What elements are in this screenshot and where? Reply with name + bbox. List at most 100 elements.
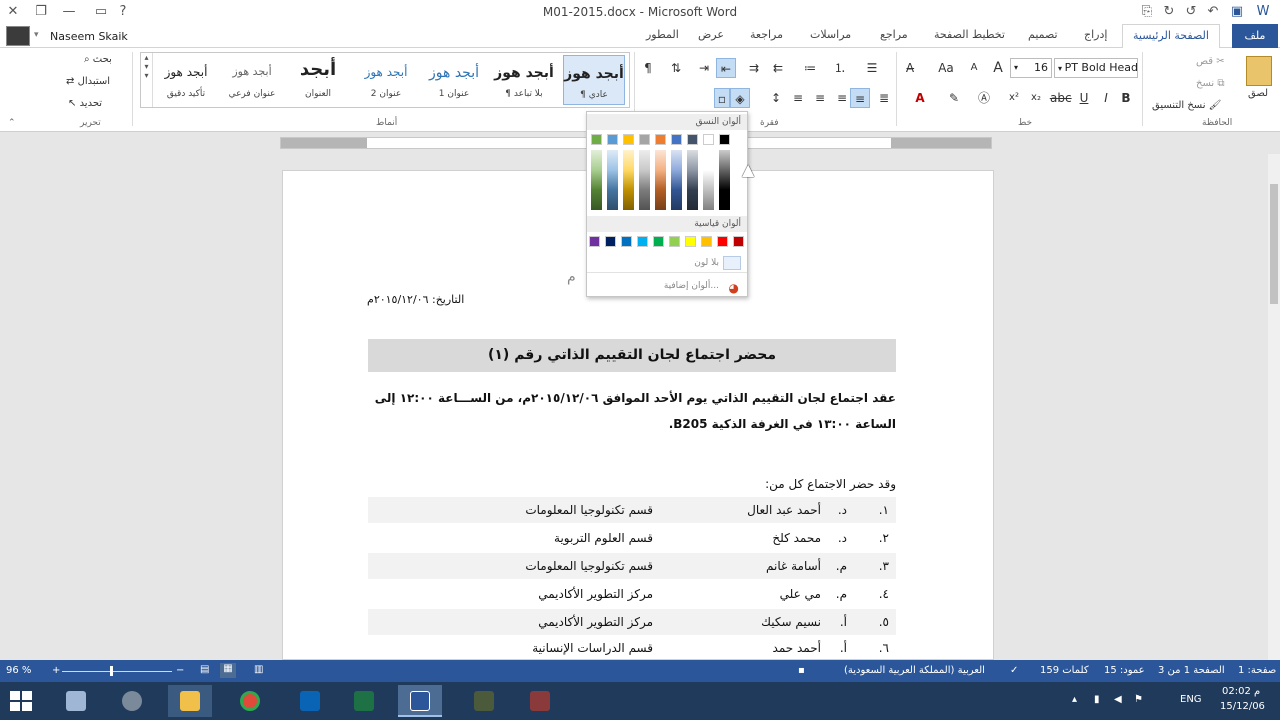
select-button[interactable]: ↖ تحديد xyxy=(68,98,102,109)
theme-color-swatch[interactable] xyxy=(655,134,666,145)
undo-icon[interactable]: ↺ xyxy=(1182,3,1200,21)
save-icon[interactable]: ▣ xyxy=(1228,3,1246,21)
justify-icon[interactable]: ≡ xyxy=(788,88,808,108)
ltr-direction-icon[interactable]: ⇥ xyxy=(694,58,714,78)
highlight-color-icon[interactable]: ✎ xyxy=(944,88,964,108)
style-heading-2[interactable]: أبجد هوز عنوان 2 xyxy=(355,55,417,105)
numbering-icon[interactable]: ⒈ xyxy=(830,58,850,78)
format-painter-button[interactable]: نسخ التنسيق 🖌 xyxy=(1152,100,1221,111)
theme-color-swatch[interactable] xyxy=(719,134,730,145)
theme-shade-column[interactable] xyxy=(639,150,650,210)
zoom-level[interactable]: 96 % xyxy=(6,665,31,676)
gallery-scroll[interactable]: ▴ ▾ ▾ xyxy=(141,53,153,107)
standard-color-swatch[interactable] xyxy=(685,236,696,247)
style-subtitle[interactable]: أبجد هوز عنوان فرعي xyxy=(221,55,283,105)
clock-date[interactable]: 15/12/06 xyxy=(1220,701,1265,712)
font-color-icon[interactable]: A xyxy=(910,88,930,108)
taskbar-tools[interactable] xyxy=(110,685,154,717)
scrollbar-thumb[interactable] xyxy=(1270,184,1278,304)
touch-mode-icon[interactable]: ⎘ xyxy=(1138,3,1156,21)
style-no-spacing[interactable]: أبجد هوز ¶ بلا تباعد xyxy=(493,55,555,105)
indent-increase-icon[interactable]: ⇉ xyxy=(744,58,764,78)
proofing-icon[interactable]: ✓ xyxy=(1010,665,1018,676)
zoom-slider-thumb[interactable] xyxy=(110,666,113,676)
taskbar-recorder[interactable] xyxy=(518,685,562,717)
tray-chevron-icon[interactable]: ▴ xyxy=(1072,694,1077,705)
theme-shade-column[interactable] xyxy=(687,150,698,210)
sort-icon[interactable]: ⇅ xyxy=(666,58,686,78)
tab-view[interactable]: عرض xyxy=(698,28,724,41)
replace-button[interactable]: ⇄ استبدال xyxy=(66,76,110,87)
paste-button[interactable]: لصق xyxy=(1248,88,1268,99)
redo-icon[interactable]: ↻ xyxy=(1160,3,1178,21)
chevron-down-icon[interactable]: ▾ xyxy=(34,30,39,40)
clock-time[interactable]: 02:02 م xyxy=(1222,686,1260,697)
font-size-field[interactable]: ▾ 16 xyxy=(1010,58,1052,78)
theme-shade-column[interactable] xyxy=(719,150,730,210)
theme-shade-column[interactable] xyxy=(607,150,618,210)
taskbar-outlook[interactable] xyxy=(288,685,332,717)
style-heading-1[interactable]: أبجد هوز عنوان 1 xyxy=(423,55,485,105)
zoom-out-icon[interactable]: − xyxy=(176,665,184,676)
borders-icon[interactable]: ▫ xyxy=(714,88,730,108)
underline-button[interactable]: U xyxy=(1074,88,1094,108)
standard-color-swatch[interactable] xyxy=(733,236,744,247)
theme-shade-column[interactable] xyxy=(623,150,634,210)
align-center-icon[interactable]: ≡ xyxy=(832,88,852,108)
theme-color-swatch[interactable] xyxy=(687,134,698,145)
theme-color-swatch[interactable] xyxy=(703,134,714,145)
tab-insert[interactable]: إدراج xyxy=(1084,28,1107,41)
superscript-button[interactable]: x² xyxy=(1004,88,1024,108)
no-color-option[interactable]: بلا لون xyxy=(603,254,743,272)
tab-references[interactable]: مراجع xyxy=(880,28,908,41)
collapse-ribbon-icon[interactable]: ⌃ xyxy=(8,118,16,128)
tab-design[interactable]: تصميم xyxy=(1028,28,1058,41)
multilevel-list-icon[interactable]: ≔ xyxy=(800,58,820,78)
standard-color-swatch[interactable] xyxy=(701,236,712,247)
theme-color-swatch[interactable] xyxy=(607,134,618,145)
macro-icon[interactable]: ▪ xyxy=(798,665,805,676)
shrink-font-button[interactable]: A xyxy=(964,58,984,78)
undo-arrow-icon[interactable]: ↶ xyxy=(1204,3,1222,21)
theme-shade-column[interactable] xyxy=(591,150,602,210)
italic-button[interactable]: I xyxy=(1096,88,1116,108)
vertical-scrollbar[interactable] xyxy=(1268,154,1280,660)
tab-mailings[interactable]: مراسلات xyxy=(810,28,851,41)
read-mode-icon[interactable]: ▥ xyxy=(254,664,263,675)
change-case-button[interactable]: Aa xyxy=(932,58,960,78)
taskbar-notepad[interactable] xyxy=(54,685,98,717)
align-distributed-icon[interactable]: ≣ xyxy=(874,88,894,108)
tab-review[interactable]: مراجعة xyxy=(750,28,783,41)
rtl-direction-icon[interactable]: ⇤ xyxy=(716,58,736,78)
zoom-slider[interactable] xyxy=(62,671,172,672)
standard-color-swatch[interactable] xyxy=(717,236,728,247)
theme-color-swatch[interactable] xyxy=(639,134,650,145)
align-right-icon[interactable]: ≡ xyxy=(850,88,870,108)
align-left-icon[interactable]: ≡ xyxy=(810,88,830,108)
theme-color-swatch[interactable] xyxy=(591,134,602,145)
strikethrough-icon[interactable]: a̶b̶c̶ xyxy=(1050,88,1072,108)
standard-color-swatch[interactable] xyxy=(589,236,600,247)
style-normal[interactable]: أبجد هوز ¶ عادي xyxy=(563,55,625,105)
theme-shade-column[interactable] xyxy=(703,150,714,210)
clear-formatting-icon[interactable]: A̶ xyxy=(900,58,920,78)
standard-color-swatch[interactable] xyxy=(621,236,632,247)
theme-color-swatch[interactable] xyxy=(623,134,634,145)
taskbar-word[interactable] xyxy=(398,685,442,717)
more-colors-option[interactable]: ألوان إضافية... ◕ xyxy=(603,277,743,295)
theme-color-swatch[interactable] xyxy=(671,134,682,145)
input-language[interactable]: ENG xyxy=(1180,694,1202,705)
grow-font-button[interactable]: A xyxy=(988,58,1008,78)
web-layout-icon[interactable]: ▤ xyxy=(200,664,209,675)
language-indicator[interactable]: العربية (المملكة العربية السعودية) xyxy=(844,665,985,676)
bold-button[interactable]: B xyxy=(1116,88,1136,108)
taskbar-file-explorer[interactable] xyxy=(168,685,212,717)
copy-button[interactable]: نسخ ⧉ xyxy=(1196,78,1225,89)
subscript-button[interactable]: x₂ xyxy=(1026,88,1046,108)
windows-start-icon[interactable] xyxy=(10,691,32,711)
taskbar-excel[interactable] xyxy=(342,685,386,717)
indent-decrease-icon[interactable]: ⇇ xyxy=(768,58,788,78)
print-layout-icon[interactable]: ▦ xyxy=(220,663,236,678)
shading-icon[interactable]: ◈ xyxy=(730,88,750,108)
tab-home[interactable]: الصفحة الرئيسية xyxy=(1122,24,1220,49)
